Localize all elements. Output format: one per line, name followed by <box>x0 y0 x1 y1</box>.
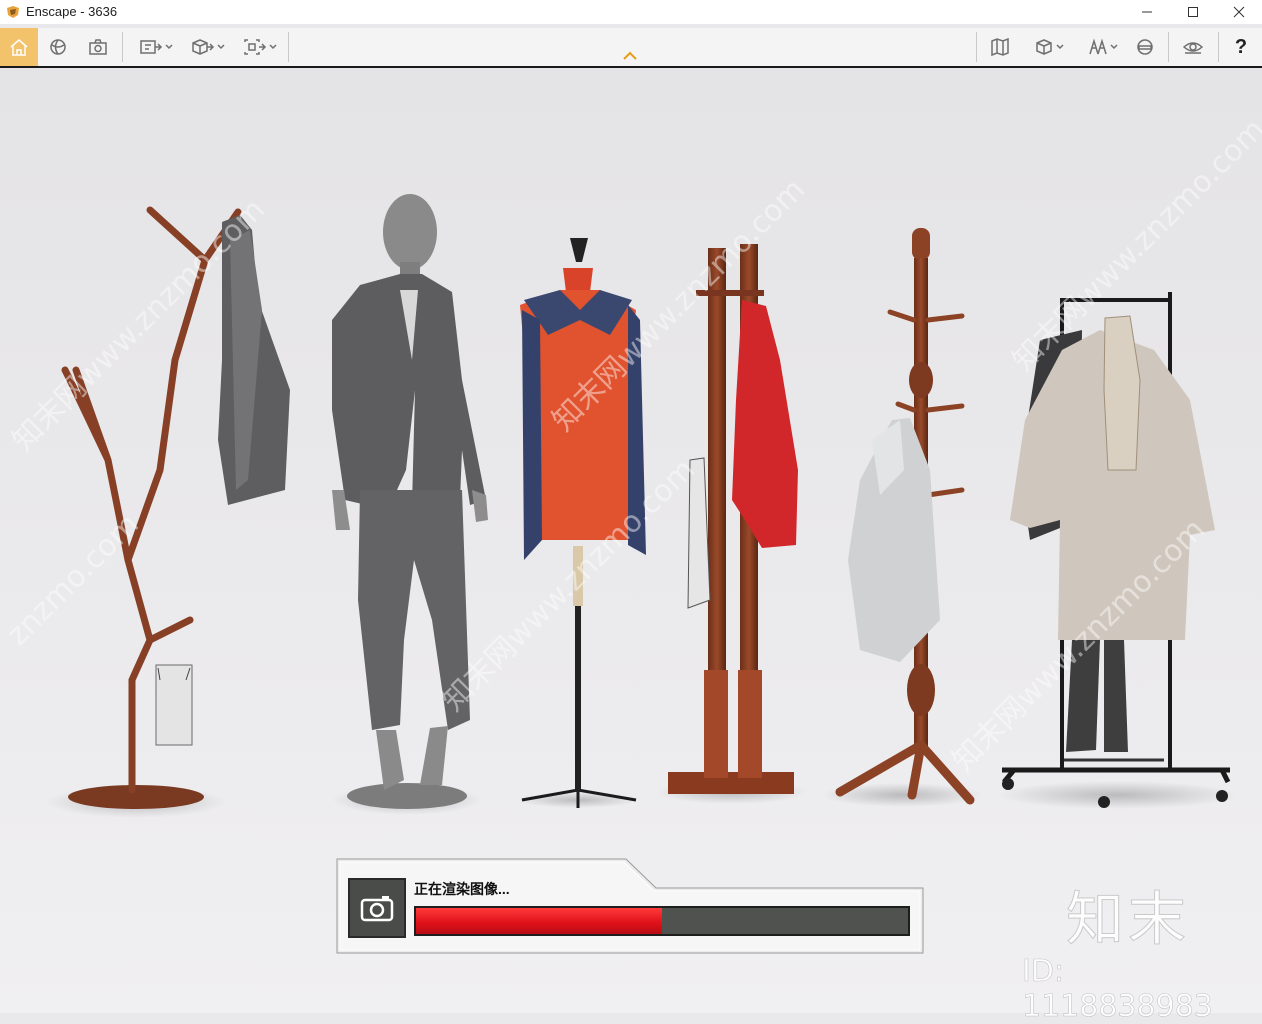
collapse-toolbar-toggle[interactable] <box>618 48 642 64</box>
screenshot-icon <box>89 39 107 55</box>
home-button[interactable] <box>0 28 38 66</box>
toolbar-separator <box>288 32 289 62</box>
title-bar: Enscape - 3636 <box>0 0 1262 24</box>
toolbar-separator <box>976 32 977 62</box>
turned-wood-hall-tree <box>822 228 982 807</box>
vr-headset-icon <box>1137 39 1153 55</box>
toolbar-separator <box>122 32 123 62</box>
render-status-text: 正在渲染图像... <box>414 881 510 897</box>
render-progress-bar <box>414 906 910 936</box>
window-title: Enscape - 3636 <box>26 4 118 19</box>
chevron-down-icon <box>217 44 225 50</box>
minimize-icon <box>1142 11 1152 13</box>
minimize-button[interactable] <box>1124 0 1170 24</box>
video-dropdown-icon <box>192 39 215 55</box>
atmosphere-dropdown-button[interactable] <box>1078 28 1128 66</box>
capture-dropdown-icon <box>140 40 163 54</box>
view-settings-icon <box>1182 42 1204 54</box>
mannequin-in-suit <box>332 194 488 815</box>
map-button[interactable] <box>984 28 1016 66</box>
chevron-up-icon <box>623 51 637 60</box>
enscape-logo-icon <box>7 6 19 18</box>
batch-render-dropdown-icon <box>244 39 267 55</box>
chevron-down-icon <box>1056 44 1064 50</box>
video-dropdown-button[interactable] <box>184 28 232 66</box>
atmosphere-dropdown-icon <box>1089 38 1107 55</box>
chevron-down-icon <box>269 44 277 50</box>
home-icon <box>10 39 28 56</box>
camera-button <box>348 878 406 938</box>
capture-dropdown-button[interactable] <box>132 28 180 66</box>
toolbar-separator <box>1168 32 1169 62</box>
chevron-down-icon <box>1110 44 1118 50</box>
camera-icon <box>360 896 394 922</box>
help-button[interactable]: ? <box>1226 28 1256 66</box>
vr-headset-button[interactable] <box>1130 28 1160 66</box>
map-icon <box>991 37 1009 57</box>
chevron-down-icon <box>165 44 173 50</box>
close-button[interactable] <box>1216 0 1262 24</box>
asset-library-dropdown-icon <box>1036 39 1052 55</box>
asset-library-dropdown-button[interactable] <box>1024 28 1074 66</box>
batch-render-dropdown-button[interactable] <box>236 28 284 66</box>
orbit-button[interactable] <box>42 28 74 66</box>
view-settings-button[interactable] <box>1176 28 1210 66</box>
render-progress-dialog: 正在渲染图像... <box>336 858 924 954</box>
screenshot-button[interactable] <box>82 28 114 66</box>
maximize-icon <box>1188 7 1198 17</box>
toolbar-separator <box>1218 32 1219 62</box>
toolbar: ? <box>0 28 1262 68</box>
close-icon <box>1233 6 1245 18</box>
watermark-id: ID: 1118838983 <box>1022 954 1213 1024</box>
orbit-icon <box>50 39 66 55</box>
maximize-button[interactable] <box>1170 0 1216 24</box>
render-progress-fill <box>416 908 662 934</box>
watermark-brand: 知末 <box>1065 885 1191 954</box>
